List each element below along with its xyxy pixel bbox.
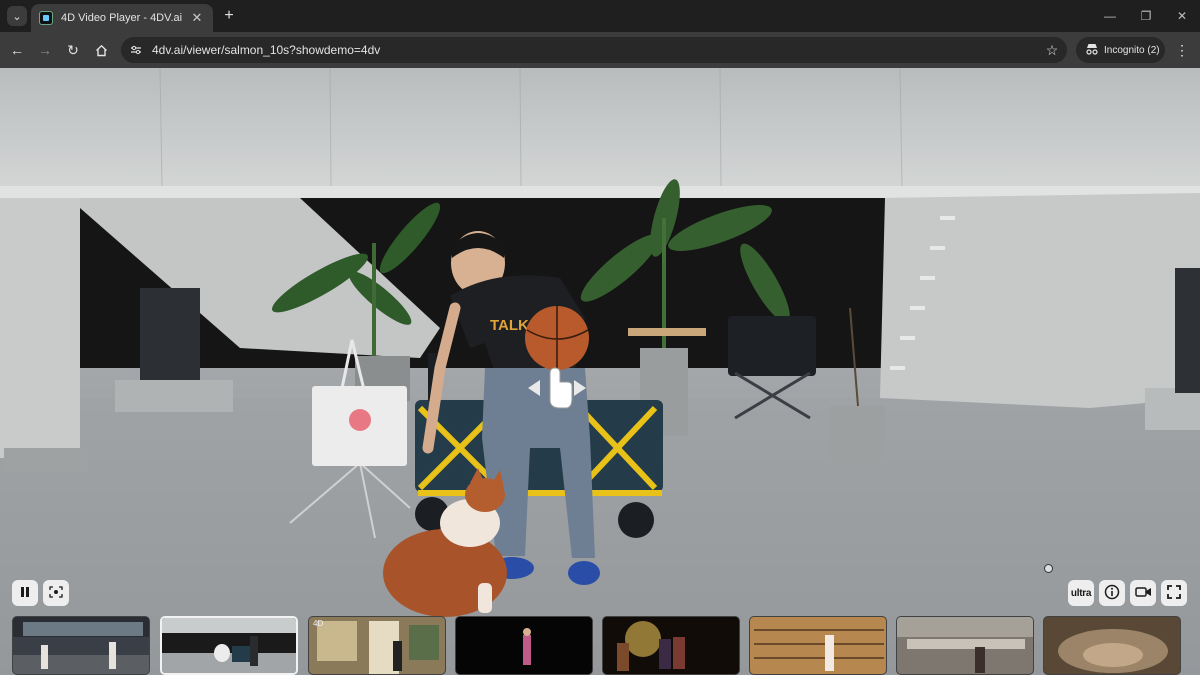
right-planter <box>830 406 885 464</box>
thumbnail-band-scene[interactable] <box>602 616 740 675</box>
window-controls: — ❐ ✕ <box>1092 0 1200 32</box>
right-pillar-base <box>1145 388 1200 430</box>
fullscreen-icon <box>1167 584 1181 602</box>
left-pillar <box>140 288 200 383</box>
favicon-icon <box>39 11 53 25</box>
tote-logo <box>349 409 371 431</box>
recenter-button[interactable] <box>43 580 69 606</box>
camping-chair <box>728 316 816 376</box>
kebab-menu-icon[interactable]: ⋮ <box>1174 40 1190 60</box>
tab-active[interactable]: 4D Video Player - 4DV.ai ✕ <box>31 4 213 32</box>
tune-icon[interactable] <box>127 41 145 59</box>
incognito-label: Incognito (2) <box>1104 44 1160 56</box>
left-column <box>0 198 80 458</box>
scene-canvas[interactable]: TALK <box>0 68 1200 675</box>
star-icon[interactable]: ☆ <box>1037 42 1067 59</box>
shirt-print: TALK <box>490 317 529 334</box>
url-text[interactable]: 4dv.ai/viewer/salmon_10s?showdemo=4dv <box>152 43 1037 57</box>
address-bar[interactable]: 4dv.ai/viewer/salmon_10s?showdemo=4dv ☆ <box>121 37 1067 63</box>
home-icon[interactable] <box>91 40 111 60</box>
restore-icon[interactable]: ❐ <box>1128 0 1164 32</box>
left-pillar-base <box>115 380 233 412</box>
left-column-base <box>4 448 88 472</box>
wagon-wheel-right <box>618 502 654 538</box>
close-icon[interactable]: ✕ <box>189 10 205 26</box>
pause-icon <box>19 586 31 601</box>
thumbnail-room-scene[interactable]: 4D <box>308 616 446 675</box>
fullscreen-button[interactable] <box>1161 580 1187 606</box>
right-sneaker <box>568 561 600 585</box>
scene-thumbnail-strip: 4D <box>0 616 1200 675</box>
right-pillar <box>1175 268 1200 393</box>
video-viewer[interactable]: TALK ultra 4D <box>0 68 1200 675</box>
incognito-button[interactable]: Incognito (2) <box>1076 37 1165 63</box>
plus-icon[interactable]: + <box>220 6 238 26</box>
thumbnail-basketball-dog-scene[interactable] <box>160 616 298 675</box>
tab-title: 4D Video Player - 4DV.ai <box>61 12 183 24</box>
quality-button[interactable]: ultra <box>1068 580 1094 606</box>
thumbnail-dancer-scene[interactable] <box>455 616 593 675</box>
close-window-icon[interactable]: ✕ <box>1164 0 1200 32</box>
incognito-icon <box>1085 43 1099 58</box>
concrete-wall <box>0 68 1200 190</box>
info-icon <box>1104 584 1120 603</box>
recenter-icon <box>49 585 63 601</box>
tab-strip: ⌄ 4D Video Player - 4DV.ai ✕ + — ❐ ✕ <box>0 0 1200 32</box>
wooden-table <box>628 328 706 336</box>
video-camera-icon <box>1134 586 1152 601</box>
thumbnail-caption: 4D <box>313 619 324 628</box>
browser-toolbar: ← → ↻ 4dv.ai/viewer/salmon_10s?showdemo=… <box>0 32 1200 68</box>
thumbnail-cave-scene[interactable] <box>1043 616 1181 675</box>
status-indicator <box>1044 564 1053 573</box>
thumbnail-stone-ruins-scene[interactable] <box>896 616 1034 675</box>
right-staircase <box>880 193 1200 408</box>
thumbnail-warehouse-scene[interactable] <box>12 616 150 675</box>
info-button[interactable] <box>1099 580 1125 606</box>
chevron-down-icon[interactable]: ⌄ <box>7 6 27 26</box>
record-button[interactable] <box>1130 580 1156 606</box>
thumbnail-library-scene[interactable] <box>749 616 887 675</box>
pause-button[interactable] <box>12 580 38 606</box>
reload-icon[interactable]: ↻ <box>63 40 83 60</box>
minimize-icon[interactable]: — <box>1092 0 1128 32</box>
arrow-right-icon[interactable]: → <box>35 40 55 60</box>
arrow-left-icon[interactable]: ← <box>7 40 27 60</box>
